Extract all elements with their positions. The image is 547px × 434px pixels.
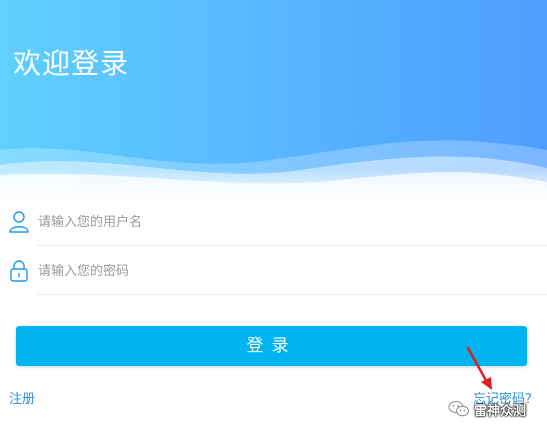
login-button[interactable]: 登录	[16, 326, 527, 366]
annotation-arrow-icon	[466, 346, 492, 390]
user-icon	[9, 211, 29, 233]
wechat-icon	[448, 401, 469, 417]
header-banner: 欢迎登录	[0, 0, 547, 200]
register-link[interactable]: 注册	[9, 388, 35, 407]
password-input[interactable]	[38, 259, 518, 283]
lock-icon	[10, 260, 28, 282]
page-title: 欢迎登录	[13, 47, 130, 80]
password-row	[0, 247, 547, 295]
username-underline	[36, 245, 547, 246]
username-input[interactable]	[38, 210, 518, 234]
password-underline	[36, 294, 547, 295]
username-row	[0, 198, 547, 246]
header-wave-graphic	[0, 0, 547, 200]
login-page: 欢迎登录 登录 注册 忘记密码？ 雷神众测	[0, 0, 547, 434]
watermark: 雷神众测	[448, 398, 526, 420]
watermark-text: 雷神众测	[474, 403, 527, 419]
